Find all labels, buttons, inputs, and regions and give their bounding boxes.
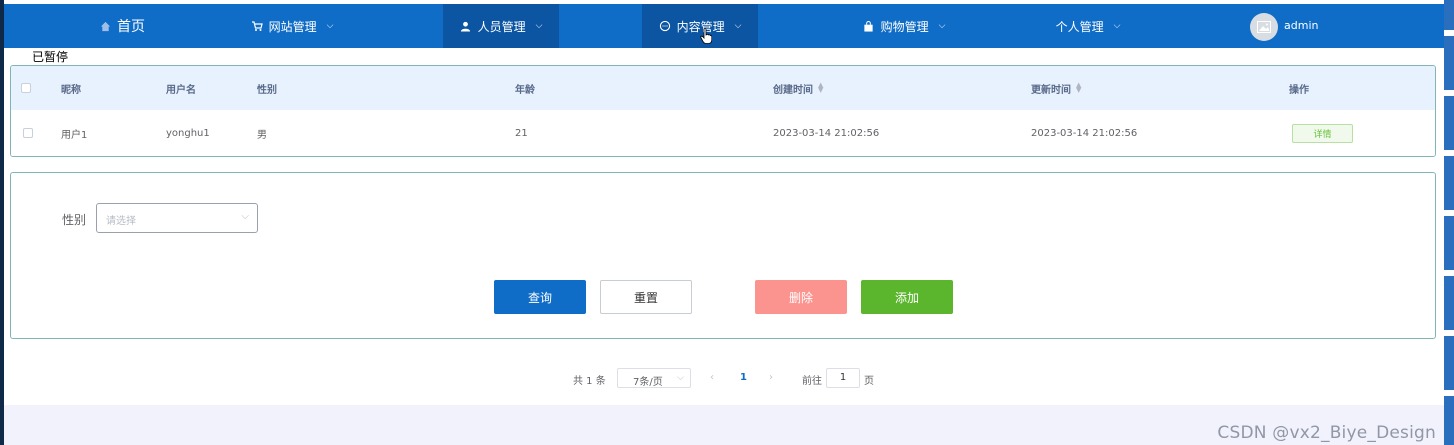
header-updated-time-label: 更新时间 bbox=[1031, 84, 1071, 96]
nav-staff-management-label: 人员管理 bbox=[477, 19, 526, 34]
nav-shopping-management[interactable]: 购物管理 ⌵ bbox=[844, 4, 964, 48]
page-size-value: 7条/页 bbox=[633, 377, 663, 388]
data-table: 昵称 用户名 性别 年龄 创建时间 ▲ ▼ 更新时间 ▲ ▼ 操作 用户1 yong… bbox=[10, 65, 1436, 157]
watermark: CSDN @vx2_Biye_Design bbox=[1217, 423, 1436, 443]
next-page-icon[interactable]: › bbox=[769, 372, 773, 383]
nav-staff-management[interactable]: 人员管理 ⌵ bbox=[443, 4, 559, 48]
header-nickname: 昵称 bbox=[61, 84, 81, 96]
image-placeholder-icon bbox=[1257, 21, 1271, 33]
chevron-down-icon: ⌵ bbox=[241, 211, 249, 222]
nav-site-management[interactable]: 网站管理 ⌵ bbox=[232, 4, 352, 48]
cell-username: yonghu1 bbox=[166, 127, 210, 139]
page-size-select[interactable]: 7条/页 ⌵ bbox=[617, 368, 691, 388]
query-button[interactable]: 查询 bbox=[494, 280, 586, 314]
top-navigation: 首页 网站管理 ⌵ 人员管理 ⌵ 内容管理 ⌵ 购物管理 ⌵ 个人管理 ⌵ ad… bbox=[4, 4, 1444, 48]
nav-personal-management[interactable]: 个人管理 ⌵ bbox=[1038, 4, 1138, 48]
page-number[interactable]: 1 bbox=[740, 372, 747, 383]
chevron-down-icon: ⌵ bbox=[326, 21, 334, 31]
home-icon bbox=[99, 20, 111, 32]
chevron-down-icon: ⌵ bbox=[1113, 21, 1121, 31]
chevron-down-icon: ⌵ bbox=[535, 21, 543, 31]
header-username: 用户名 bbox=[166, 84, 196, 96]
cell-gender: 男 bbox=[257, 129, 267, 141]
user-icon bbox=[460, 20, 472, 32]
username-label[interactable]: admin bbox=[1284, 4, 1318, 48]
header-created-time-label: 创建时间 bbox=[773, 84, 813, 96]
gender-select[interactable]: 请选择 ⌵ bbox=[96, 203, 258, 233]
goto-label: 前往 bbox=[802, 376, 822, 387]
row-checkbox[interactable] bbox=[23, 110, 33, 156]
chevron-down-icon: ⌵ bbox=[677, 373, 684, 383]
cart-icon bbox=[251, 20, 263, 32]
cell-actions: 详情 bbox=[1292, 110, 1353, 156]
table-header: 昵称 用户名 性别 年龄 创建时间 ▲ ▼ 更新时间 ▲ ▼ 操作 bbox=[11, 66, 1435, 110]
goto-unit: 页 bbox=[864, 376, 874, 387]
cell-created-time: 2023-03-14 21:02:56 bbox=[773, 127, 880, 139]
pagination-total: 共 1 条 bbox=[573, 376, 606, 387]
nav-home[interactable]: 首页 bbox=[92, 4, 152, 48]
search-panel: 性别 请选择 ⌵ 查询 重置 删除 添加 bbox=[10, 172, 1436, 339]
gender-select-placeholder: 请选择 bbox=[106, 216, 136, 227]
prev-page-icon[interactable]: ‹ bbox=[710, 372, 714, 383]
avatar[interactable] bbox=[1250, 13, 1278, 41]
chat-bubble-icon bbox=[659, 20, 671, 32]
chevron-down-icon: ⌵ bbox=[734, 21, 742, 31]
goto-page-input[interactable]: 1 bbox=[826, 368, 860, 388]
sort-icon[interactable]: ▲ ▼ bbox=[1076, 82, 1083, 94]
right-scroll-edge bbox=[1444, 0, 1454, 445]
cell-updated-time: 2023-03-14 21:02:56 bbox=[1031, 127, 1138, 139]
header-age: 年龄 bbox=[515, 84, 535, 96]
chevron-down-icon: ⌵ bbox=[938, 21, 946, 31]
table-row: 用户1 yonghu1 男 21 2023-03-14 21:02:56 202… bbox=[11, 110, 1435, 156]
add-button[interactable]: 添加 bbox=[861, 280, 953, 314]
gender-filter-label: 性别 bbox=[62, 213, 87, 227]
header-updated-time[interactable]: 更新时间 ▲ ▼ bbox=[1031, 66, 1083, 110]
cell-age: 21 bbox=[515, 127, 528, 139]
nav-personal-management-label: 个人管理 bbox=[1055, 19, 1104, 34]
shopping-bag-icon bbox=[863, 20, 875, 32]
header-created-time[interactable]: 创建时间 ▲ ▼ bbox=[773, 66, 825, 110]
nav-site-management-label: 网站管理 bbox=[268, 19, 317, 34]
nav-home-label: 首页 bbox=[117, 19, 145, 35]
page: 首页 网站管理 ⌵ 人员管理 ⌵ 内容管理 ⌵ 购物管理 ⌵ 个人管理 ⌵ ad… bbox=[4, 0, 1444, 405]
header-actions: 操作 bbox=[1289, 84, 1309, 96]
pagination: 共 1 条 7条/页 ⌵ ‹ 1 › 前往 1 页 bbox=[4, 368, 1444, 388]
delete-button[interactable]: 删除 bbox=[755, 280, 847, 314]
paused-overlay-text: 已暂停 bbox=[32, 50, 69, 64]
header-gender: 性别 bbox=[257, 84, 277, 96]
hand-cursor-icon bbox=[700, 28, 712, 44]
select-all-checkbox[interactable] bbox=[21, 66, 31, 110]
nav-shopping-management-label: 购物管理 bbox=[880, 19, 929, 34]
detail-button[interactable]: 详情 bbox=[1292, 123, 1353, 143]
reset-button[interactable]: 重置 bbox=[600, 280, 692, 314]
sort-icon[interactable]: ▲ ▼ bbox=[818, 82, 825, 94]
cell-nickname: 用户1 bbox=[61, 129, 88, 141]
